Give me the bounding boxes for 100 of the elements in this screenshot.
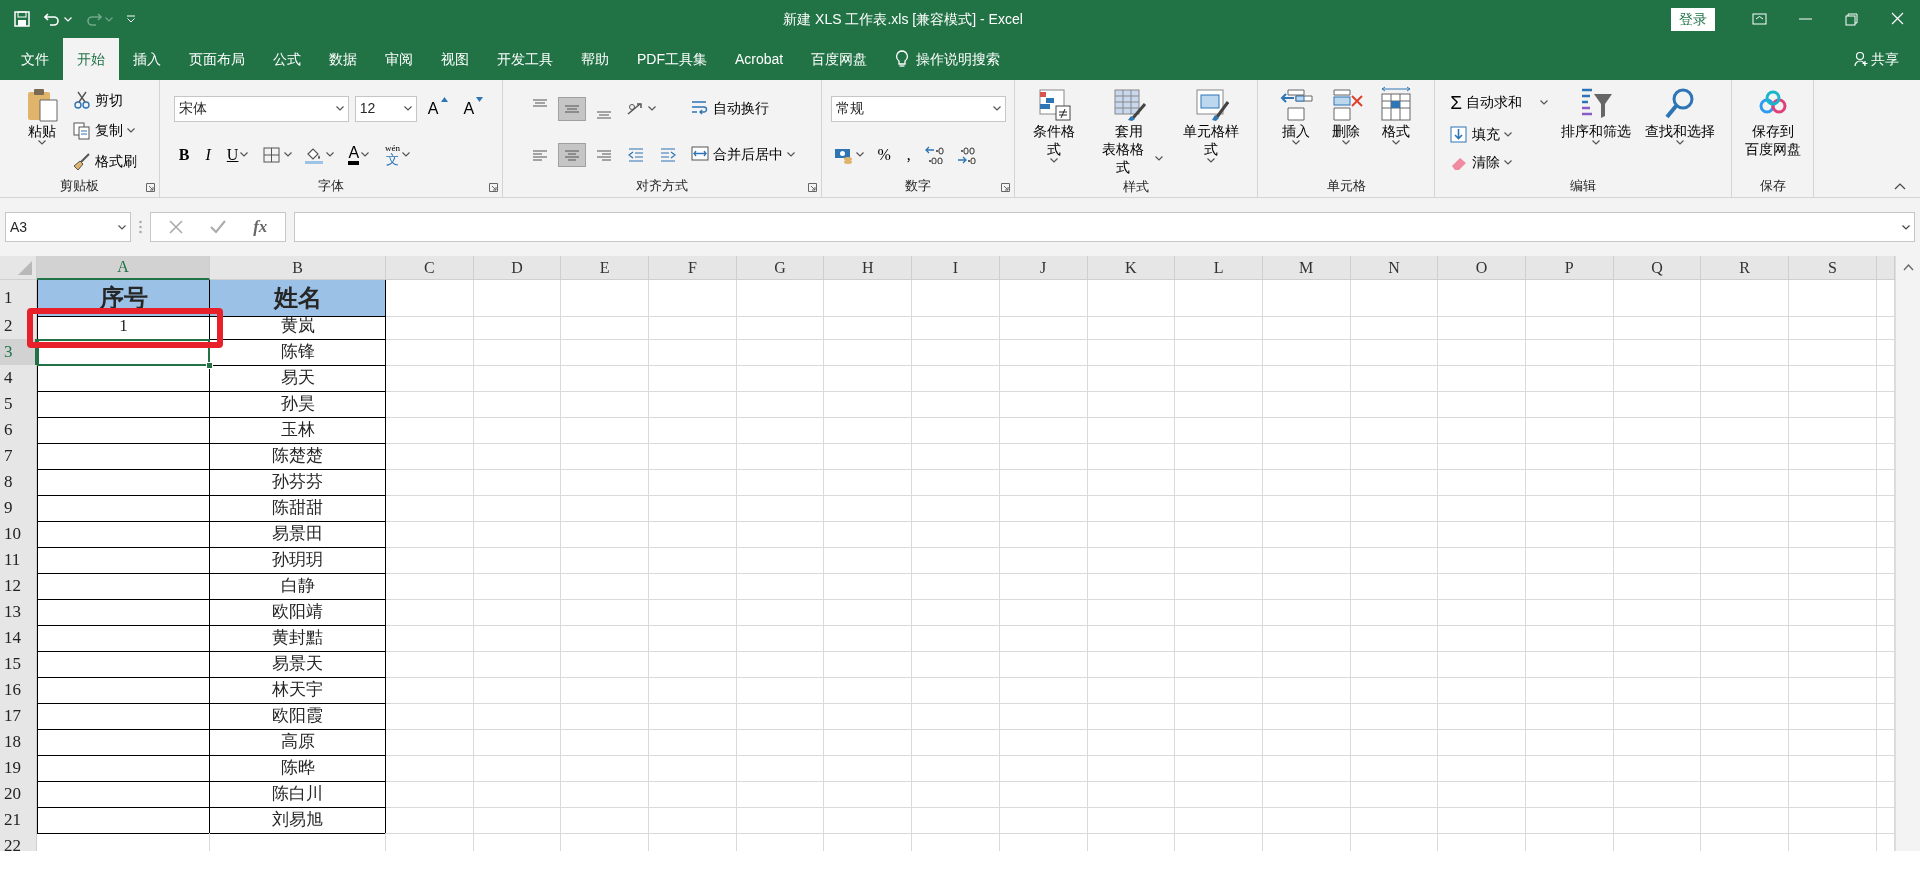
- row-header[interactable]: 4: [0, 365, 37, 392]
- ribbon-button[interactable]: 合并后居中: [689, 142, 797, 166]
- row-header[interactable]: 19: [0, 755, 37, 782]
- ribbon-button[interactable]: 保存到 百度网盘: [1741, 86, 1804, 176]
- ribbon-button[interactable]: 格式刷: [70, 150, 139, 174]
- column-header[interactable]: O: [1438, 256, 1526, 280]
- row-header[interactable]: 22: [0, 833, 37, 851]
- font-color-button[interactable]: A: [343, 143, 375, 166]
- person-icon[interactable]: [1853, 51, 1868, 67]
- menu-tab[interactable]: Acrobat: [721, 38, 798, 80]
- column-header[interactable]: E: [561, 256, 650, 280]
- customize-icon[interactable]: [127, 15, 135, 23]
- row-header[interactable]: 7: [0, 443, 37, 470]
- column-header[interactable]: K: [1087, 256, 1176, 280]
- row-header[interactable]: 10: [0, 521, 37, 548]
- column-header[interactable]: A: [37, 256, 210, 280]
- dialog-launcher-icon[interactable]: [146, 183, 155, 192]
- menu-tab[interactable]: 公式: [259, 38, 315, 80]
- format-button[interactable]: I: [200, 142, 216, 167]
- row-header[interactable]: 16: [0, 677, 37, 704]
- dropdown-field[interactable]: 宋体: [173, 95, 349, 122]
- restore-icon[interactable]: [1843, 12, 1859, 26]
- grow-font-button[interactable]: A: [422, 96, 453, 121]
- close-icon[interactable]: [1889, 12, 1905, 26]
- column-header[interactable]: J: [999, 256, 1088, 280]
- ribbon-button[interactable]: 套用 表格格式: [1092, 86, 1166, 177]
- row-header[interactable]: 5: [0, 391, 37, 418]
- menu-tab[interactable]: 帮助: [567, 38, 623, 80]
- tell-me-search[interactable]: 操作说明搜索: [916, 48, 1001, 70]
- dialog-launcher-icon[interactable]: [1001, 183, 1010, 192]
- column-header[interactable]: M: [1262, 256, 1351, 280]
- dropdown-field[interactable]: 12: [354, 95, 417, 122]
- ribbon-button[interactable]: 单元格样式: [1173, 86, 1249, 177]
- ribbon-button[interactable]: 条件格式: [1023, 86, 1085, 177]
- row-header[interactable]: 9: [0, 495, 37, 522]
- dropdown-field[interactable]: 常规: [830, 95, 1006, 122]
- menu-tab[interactable]: 审阅: [371, 38, 427, 80]
- ribbon-button[interactable]: 复制: [70, 119, 137, 143]
- ribbon-button[interactable]: 删除: [1325, 86, 1367, 176]
- ribbon-button[interactable]: 查找和选择: [1641, 86, 1718, 176]
- column-header[interactable]: Q: [1613, 256, 1702, 280]
- menu-tab[interactable]: PDF工具集: [623, 38, 721, 80]
- row-header[interactable]: 15: [0, 651, 37, 678]
- format-button[interactable]: %: [872, 142, 896, 167]
- ribbon-button[interactable]: 填充: [1448, 123, 1515, 147]
- ribbon-button[interactable]: 剪切: [70, 88, 125, 112]
- toggle-button[interactable]: [559, 143, 585, 166]
- toggle-button[interactable]: [559, 97, 585, 120]
- undo-icon[interactable]: [44, 12, 60, 26]
- column-header[interactable]: S: [1789, 256, 1877, 280]
- formula-input[interactable]: [294, 212, 1915, 242]
- column-header[interactable]: R: [1701, 256, 1789, 280]
- row-header[interactable]: 12: [0, 573, 37, 600]
- row-header[interactable]: 18: [0, 729, 37, 756]
- login-button[interactable]: 登录: [1671, 7, 1715, 31]
- ribbon-button[interactable]: 格式: [1375, 86, 1417, 176]
- shrink-font-button[interactable]: A: [458, 96, 489, 121]
- column-header[interactable]: F: [649, 256, 737, 280]
- menu-tab[interactable]: 开始: [63, 38, 119, 80]
- ribbon-button[interactable]: Σ 自动求和: [1448, 87, 1550, 119]
- ribbon-button[interactable]: 清除: [1448, 151, 1515, 175]
- menu-tab[interactable]: 文件: [7, 38, 63, 80]
- row-header[interactable]: 21: [0, 807, 37, 834]
- column-header[interactable]: G: [736, 256, 825, 280]
- dialog-launcher-icon[interactable]: [489, 183, 498, 192]
- format-button[interactable]: ,: [901, 142, 916, 167]
- menu-tab[interactable]: 百度网盘: [797, 38, 882, 80]
- ribbon-button[interactable]: 排序和筛选: [1557, 86, 1634, 176]
- row-header[interactable]: 13: [0, 599, 37, 626]
- ribbon-button[interactable]: 粘贴: [20, 86, 63, 176]
- save-icon[interactable]: [14, 11, 30, 27]
- dialog-launcher-icon[interactable]: [808, 183, 817, 192]
- ribbon-button[interactable]: 自动换行: [689, 96, 771, 120]
- ribbon-display-icon[interactable]: [1751, 12, 1767, 26]
- row-header[interactable]: 20: [0, 781, 37, 808]
- row-header[interactable]: 11: [0, 547, 37, 574]
- column-header[interactable]: P: [1525, 256, 1614, 280]
- menu-tab[interactable]: 插入: [119, 38, 175, 80]
- phonetic-button[interactable]: wén 文: [380, 143, 416, 166]
- format-button[interactable]: B: [173, 142, 195, 167]
- row-header[interactable]: 14: [0, 625, 37, 652]
- row-header[interactable]: 17: [0, 703, 37, 730]
- insert-function-button[interactable]: fx: [253, 214, 268, 240]
- menu-tab[interactable]: 开发工具: [483, 38, 567, 80]
- row-header[interactable]: 3: [0, 339, 37, 366]
- share-button[interactable]: 共享: [1871, 48, 1899, 70]
- menu-tab[interactable]: 视图: [427, 38, 483, 80]
- selected-cell[interactable]: [37, 339, 210, 366]
- enter-icon[interactable]: [209, 220, 226, 234]
- row-header[interactable]: 6: [0, 417, 37, 444]
- ribbon-button[interactable]: 插入: [1275, 86, 1317, 176]
- menu-tab[interactable]: 页面布局: [175, 38, 259, 80]
- column-header[interactable]: D: [473, 256, 562, 280]
- format-button[interactable]: U: [221, 142, 254, 167]
- menu-tab[interactable]: 数据: [315, 38, 371, 80]
- column-header[interactable]: B: [210, 256, 386, 280]
- column-header[interactable]: N: [1350, 256, 1439, 280]
- name-box[interactable]: A3: [5, 212, 131, 242]
- collapse-ribbon-icon[interactable]: [1894, 183, 1906, 190]
- column-header[interactable]: L: [1175, 256, 1263, 280]
